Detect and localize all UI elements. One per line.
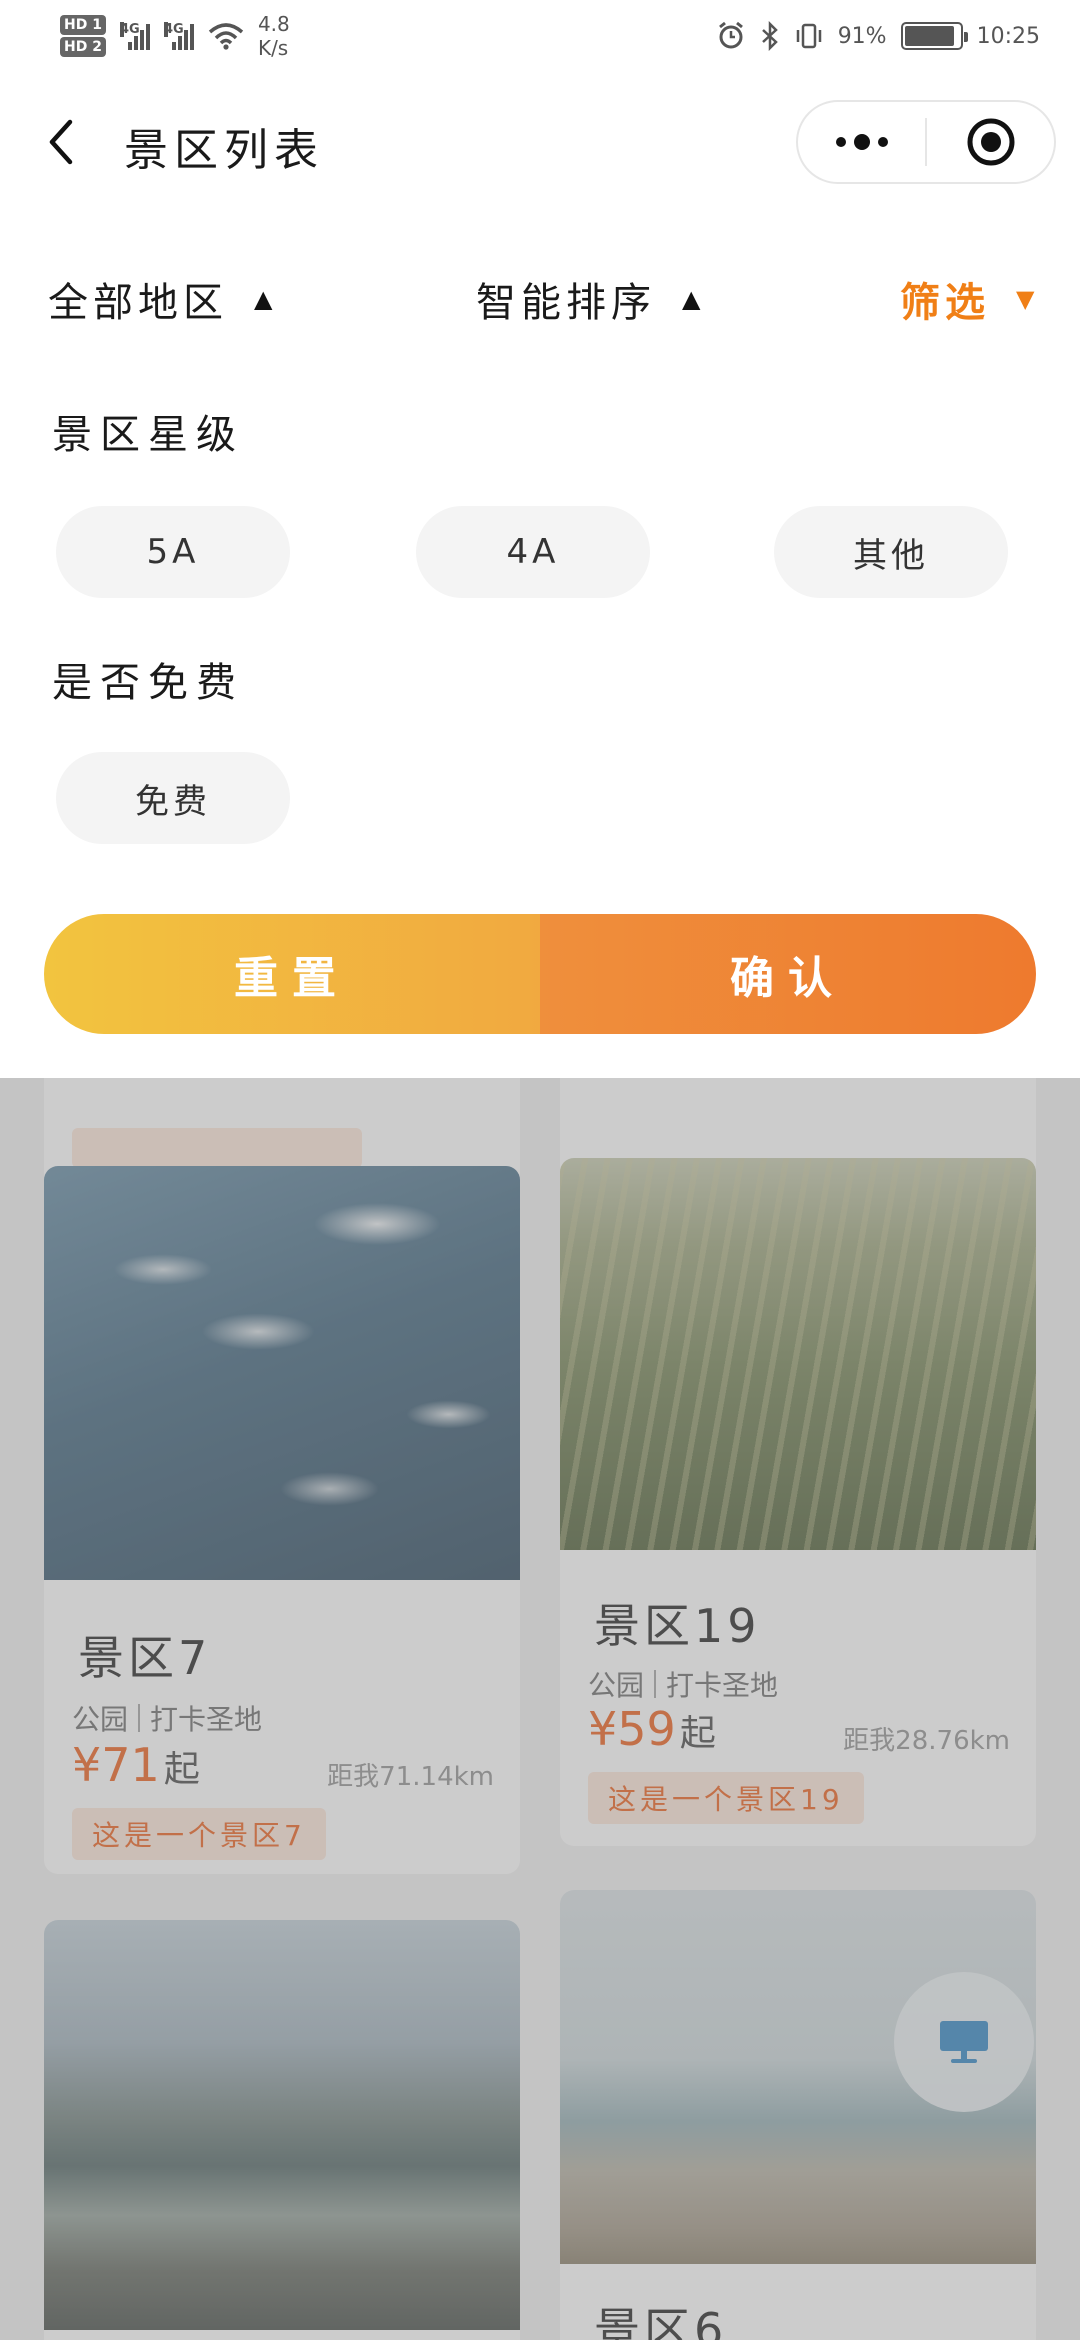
nav-bar: 景区列表: [0, 72, 1080, 212]
speed-value: 4.8: [257, 12, 290, 36]
signal-icon: 4G: [163, 22, 194, 50]
tab-region[interactable]: 全部地区 ▲: [48, 270, 277, 328]
confirm-button[interactable]: 确认: [540, 914, 1036, 1034]
battery-icon: [900, 22, 968, 50]
more-dots-icon: [835, 134, 888, 150]
chip-5a[interactable]: 5A: [56, 506, 290, 598]
triangle-down-icon: ▼: [1016, 285, 1040, 313]
network-speed: 4.8 K/s: [258, 12, 290, 60]
hd-badges: HD 1 HD 2: [60, 15, 106, 57]
bluetooth-icon: [761, 21, 778, 51]
triangle-up-icon: ▲: [682, 285, 706, 313]
back-button[interactable]: [36, 112, 86, 172]
mini-program-capsule: [796, 100, 1056, 184]
reset-button[interactable]: 重置: [44, 914, 540, 1034]
tab-region-label: 全部地区: [48, 280, 228, 326]
wifi-icon: [208, 23, 244, 50]
speed-unit: K/s: [257, 36, 289, 60]
hd2-badge: HD 2: [60, 37, 106, 57]
close-miniprogram-button[interactable]: [927, 102, 1054, 182]
battery-fill: [904, 26, 954, 46]
signal-type-1: 4G: [119, 22, 140, 37]
filter-panel: 全部地区 ▲ 智能排序 ▲ 筛选 ▼ 景区星级 5A 4A 其他 是否免费 免费…: [0, 212, 1080, 1078]
chip-4a[interactable]: 4A: [416, 506, 650, 598]
tab-filter-label: 筛选: [900, 280, 990, 326]
page-title: 景区列表: [124, 125, 324, 176]
star-level-title: 景区星级: [52, 412, 244, 458]
signal-type-2: 4G: [163, 22, 184, 37]
chip-free[interactable]: 免费: [56, 752, 290, 844]
dim-overlay[interactable]: [0, 1078, 1080, 2340]
chip-other[interactable]: 其他: [774, 506, 1008, 598]
tab-sort-label: 智能排序: [476, 280, 656, 326]
chevron-left-icon: [49, 119, 73, 165]
tab-sort[interactable]: 智能排序 ▲: [476, 270, 705, 328]
tab-filter[interactable]: 筛选 ▼: [900, 270, 1039, 328]
status-bar: HD 1 HD 2 4G 4G 4.8 K/s 91% 10:25: [0, 0, 1080, 72]
signal-icon: 4G: [119, 22, 150, 50]
hd1-badge: HD 1: [60, 15, 106, 35]
battery-percent: 91%: [837, 23, 887, 49]
more-button[interactable]: [798, 102, 925, 182]
triangle-up-icon: ▲: [254, 285, 278, 313]
filter-tabs: 全部地区 ▲ 智能排序 ▲ 筛选 ▼: [0, 260, 1080, 340]
free-title: 是否免费: [52, 660, 244, 706]
status-right: 91% 10:25: [716, 21, 1040, 51]
alarm-icon: [718, 21, 743, 49]
vibrate-icon: [796, 23, 821, 49]
target-close-icon: [967, 118, 1014, 166]
clock: 10:25: [976, 23, 1040, 49]
status-left: HD 1 HD 2 4G 4G 4.8 K/s: [60, 12, 290, 60]
filter-actions: 重置 确认: [44, 914, 1036, 1034]
